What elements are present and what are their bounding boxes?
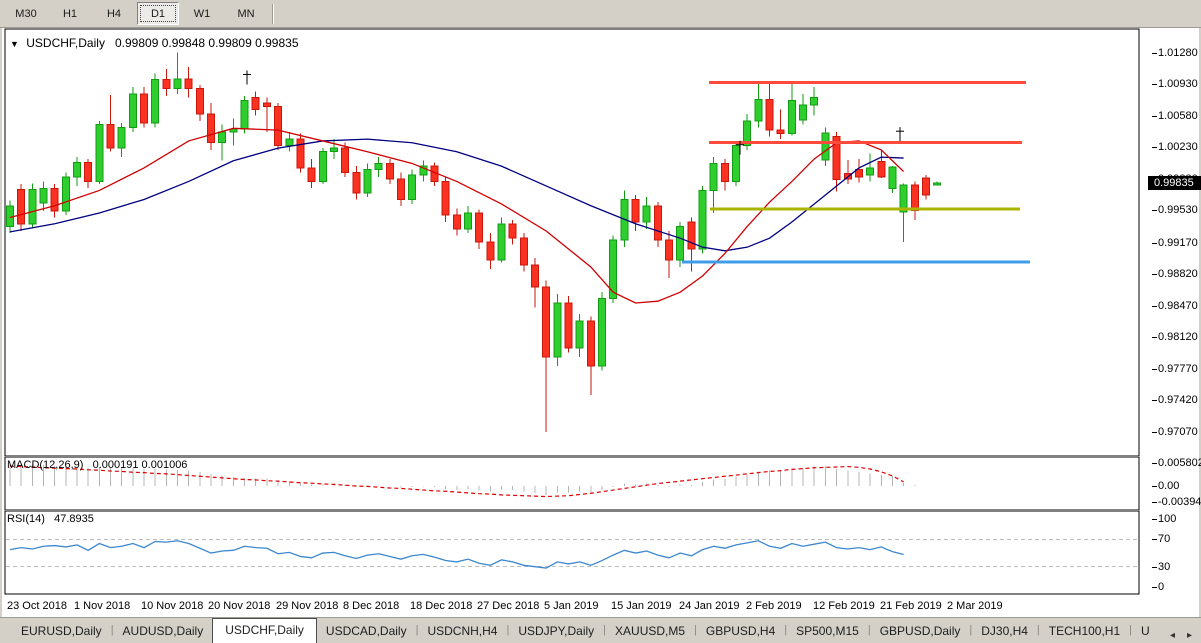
date-label: 15 Jan 2019	[611, 600, 672, 612]
date-label: 2 Feb 2019	[746, 600, 802, 612]
chart-ohlc-values: 0.99809 0.99848 0.99809 0.99835	[115, 36, 299, 50]
date-label: 21 Feb 2019	[880, 600, 942, 612]
axis-tick	[1152, 463, 1157, 464]
axis-label: 0	[1158, 581, 1164, 593]
axis-label: 0.98470	[1158, 300, 1198, 312]
axis-tick	[1152, 567, 1157, 568]
chart-tab-dj30-h4[interactable]: DJ30,H4	[972, 620, 1037, 643]
axis-tick	[1152, 337, 1157, 338]
axis-label: 1.00580	[1158, 110, 1198, 122]
timeframe-button-w1[interactable]: W1	[181, 2, 223, 25]
axis-label: 70	[1158, 533, 1170, 545]
time-axis[interactable]: 23 Oct 2018 1 Nov 2018 10 Nov 2018 20 Nov 2…	[2, 595, 1140, 617]
chart-tab-bar: EURUSD,Daily|AUDUSD,DailyUSDCHF,DailyUSD…	[0, 617, 1201, 643]
toolbar-separator	[272, 4, 274, 24]
axis-tick	[1152, 432, 1157, 433]
date-label: 18 Dec 2018	[410, 600, 472, 612]
macd-title: MACD(12,26,9) 0.000191 0.001006	[7, 459, 187, 471]
current-price-badge: 0.99835	[1148, 176, 1201, 190]
axis-label: 0.98120	[1158, 331, 1198, 343]
chart-tab-eurusd-daily[interactable]: EURUSD,Daily	[12, 620, 111, 643]
axis-label: 100	[1158, 513, 1176, 525]
chart-tab-usdjpy-daily[interactable]: USDJPY,Daily	[509, 620, 603, 643]
tab-scroll-left-icon[interactable]: ◂	[1167, 628, 1178, 643]
axis-tick	[1152, 486, 1157, 487]
axis-tick	[1152, 274, 1157, 275]
macd-name-label: MACD(12,26,9)	[7, 459, 83, 471]
axis-label: 0.005802	[1158, 457, 1201, 469]
axis-tick	[1152, 369, 1157, 370]
axis-label: -0.003945	[1158, 496, 1201, 508]
axis-tick	[1152, 116, 1157, 117]
rsi-indicator-plot[interactable]	[2, 511, 1140, 595]
chart-symbol-label: USDCHF,Daily	[26, 36, 105, 50]
date-label: 12 Feb 2019	[813, 600, 875, 612]
rsi-name-label: RSI(14)	[7, 513, 45, 525]
timeframe-button-d1[interactable]: D1	[137, 2, 179, 25]
axis-tick	[1152, 210, 1157, 211]
main-chart-plot[interactable]	[2, 28, 1140, 457]
axis-label: 0.99530	[1158, 204, 1198, 216]
axis-label: 0.98820	[1158, 268, 1198, 280]
axis-label: 30	[1158, 561, 1170, 573]
rsi-axis: 100 70 30 0	[1140, 511, 1199, 595]
date-label: 2 Mar 2019	[947, 600, 1003, 612]
axis-label: 0.97420	[1158, 394, 1198, 406]
axis-tick	[1152, 243, 1157, 244]
macd-axis: 0.005802 0.00 -0.003945	[1140, 457, 1199, 511]
axis-label: 0.97070	[1158, 426, 1198, 438]
chart-tab-xauusd-m5[interactable]: XAUUSD,M5	[606, 620, 694, 643]
rsi-current-value: 47.8935	[54, 513, 94, 525]
chart-tab-gbpusd-h4[interactable]: GBPUSD,H4	[697, 620, 784, 643]
timeframe-toolbar: M30H1H4D1W1MN	[0, 0, 1201, 28]
chart-dropdown-icon[interactable]: ▼	[10, 39, 19, 49]
timeframe-button-h1[interactable]: H1	[49, 2, 91, 25]
date-label: 5 Jan 2019	[544, 600, 598, 612]
axis-label: 0.97770	[1158, 363, 1198, 375]
axis-tick	[1152, 587, 1157, 588]
date-label: 8 Dec 2018	[343, 600, 399, 612]
chart-tab-usdcnh-h4[interactable]: USDCNH,H4	[418, 620, 506, 643]
date-label: 10 Nov 2018	[141, 600, 203, 612]
chart-tab-u[interactable]: U	[1132, 620, 1159, 643]
chart-title: ▼ USDCHF,Daily 0.99809 0.99848 0.99809 0…	[10, 36, 299, 50]
chart-tab-gbpusd-daily[interactable]: GBPUSD,Daily	[871, 620, 970, 643]
tab-scroll-right-icon[interactable]: ▸	[1184, 628, 1195, 643]
chart-tab-tech100-h1[interactable]: TECH100,H1	[1040, 620, 1129, 643]
axis-label: 0.00	[1158, 480, 1179, 492]
axis-label: 1.00930	[1158, 78, 1198, 90]
axis-tick	[1152, 400, 1157, 401]
chart-window: ▼ USDCHF,Daily 0.99809 0.99848 0.99809 0…	[2, 28, 1199, 617]
axis-tick	[1152, 147, 1157, 148]
axis-tick	[1152, 519, 1157, 520]
axis-tick	[1152, 53, 1157, 54]
timeframe-button-h4[interactable]: H4	[93, 2, 135, 25]
price-axis[interactable]: 1.012801.009301.005801.002300.998800.995…	[1140, 28, 1199, 457]
axis-tick	[1152, 502, 1157, 503]
axis-tick	[1152, 84, 1157, 85]
macd-current-values: 0.000191 0.001006	[93, 459, 188, 471]
date-label: 1 Nov 2018	[74, 600, 130, 612]
timeframe-button-mn[interactable]: MN	[225, 2, 267, 25]
axis-tick	[1152, 306, 1157, 307]
timeframe-button-m30[interactable]: M30	[5, 2, 47, 25]
axis-tick	[1152, 539, 1157, 540]
date-label: 29 Nov 2018	[276, 600, 338, 612]
date-label: 24 Jan 2019	[679, 600, 740, 612]
date-label: 20 Nov 2018	[208, 600, 270, 612]
axis-label: 0.99170	[1158, 237, 1198, 249]
rsi-title: RSI(14) 47.8935	[7, 513, 94, 525]
chart-tab-audusd-daily[interactable]: AUDUSD,Daily	[114, 620, 213, 643]
axis-label: 1.00230	[1158, 141, 1198, 153]
chart-tab-sp500-m15[interactable]: SP500,M15	[787, 620, 868, 643]
date-label: 23 Oct 2018	[7, 600, 67, 612]
axis-label: 1.01280	[1158, 47, 1198, 59]
date-label: 27 Dec 2018	[477, 600, 539, 612]
chart-tab-usdchf-daily[interactable]: USDCHF,Daily	[212, 618, 317, 643]
chart-tab-usdcad-daily[interactable]: USDCAD,Daily	[317, 620, 416, 643]
